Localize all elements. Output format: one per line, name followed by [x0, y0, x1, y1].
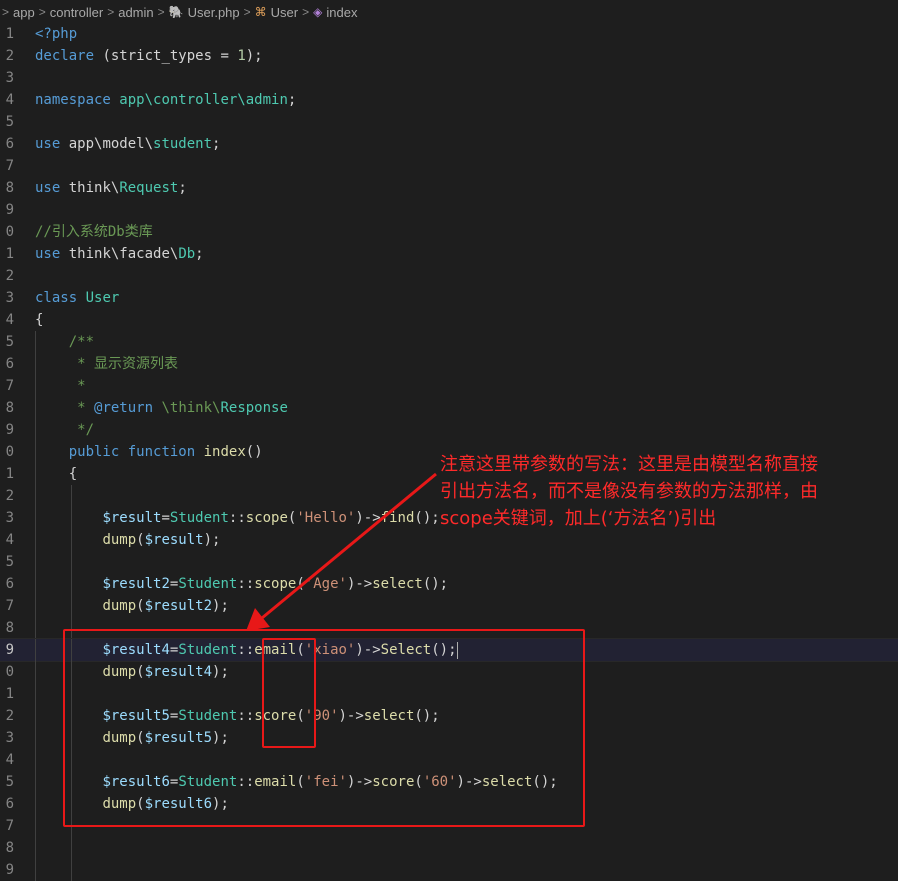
annotation-line: 注意这里带参数的写法：这里是由模型名称直接: [440, 454, 818, 475]
annotation-line: scope关键词，加上(‘方法名’)引出: [440, 508, 717, 529]
annotation-line: 引出方法名，而不是像没有参数的方法那样，由: [440, 481, 818, 502]
annotation-arrow: [246, 472, 437, 631]
annotation-note: 注意这里带参数的写法：这里是由模型名称直接 引出方法名，而不是像没有参数的方法那…: [440, 451, 898, 532]
